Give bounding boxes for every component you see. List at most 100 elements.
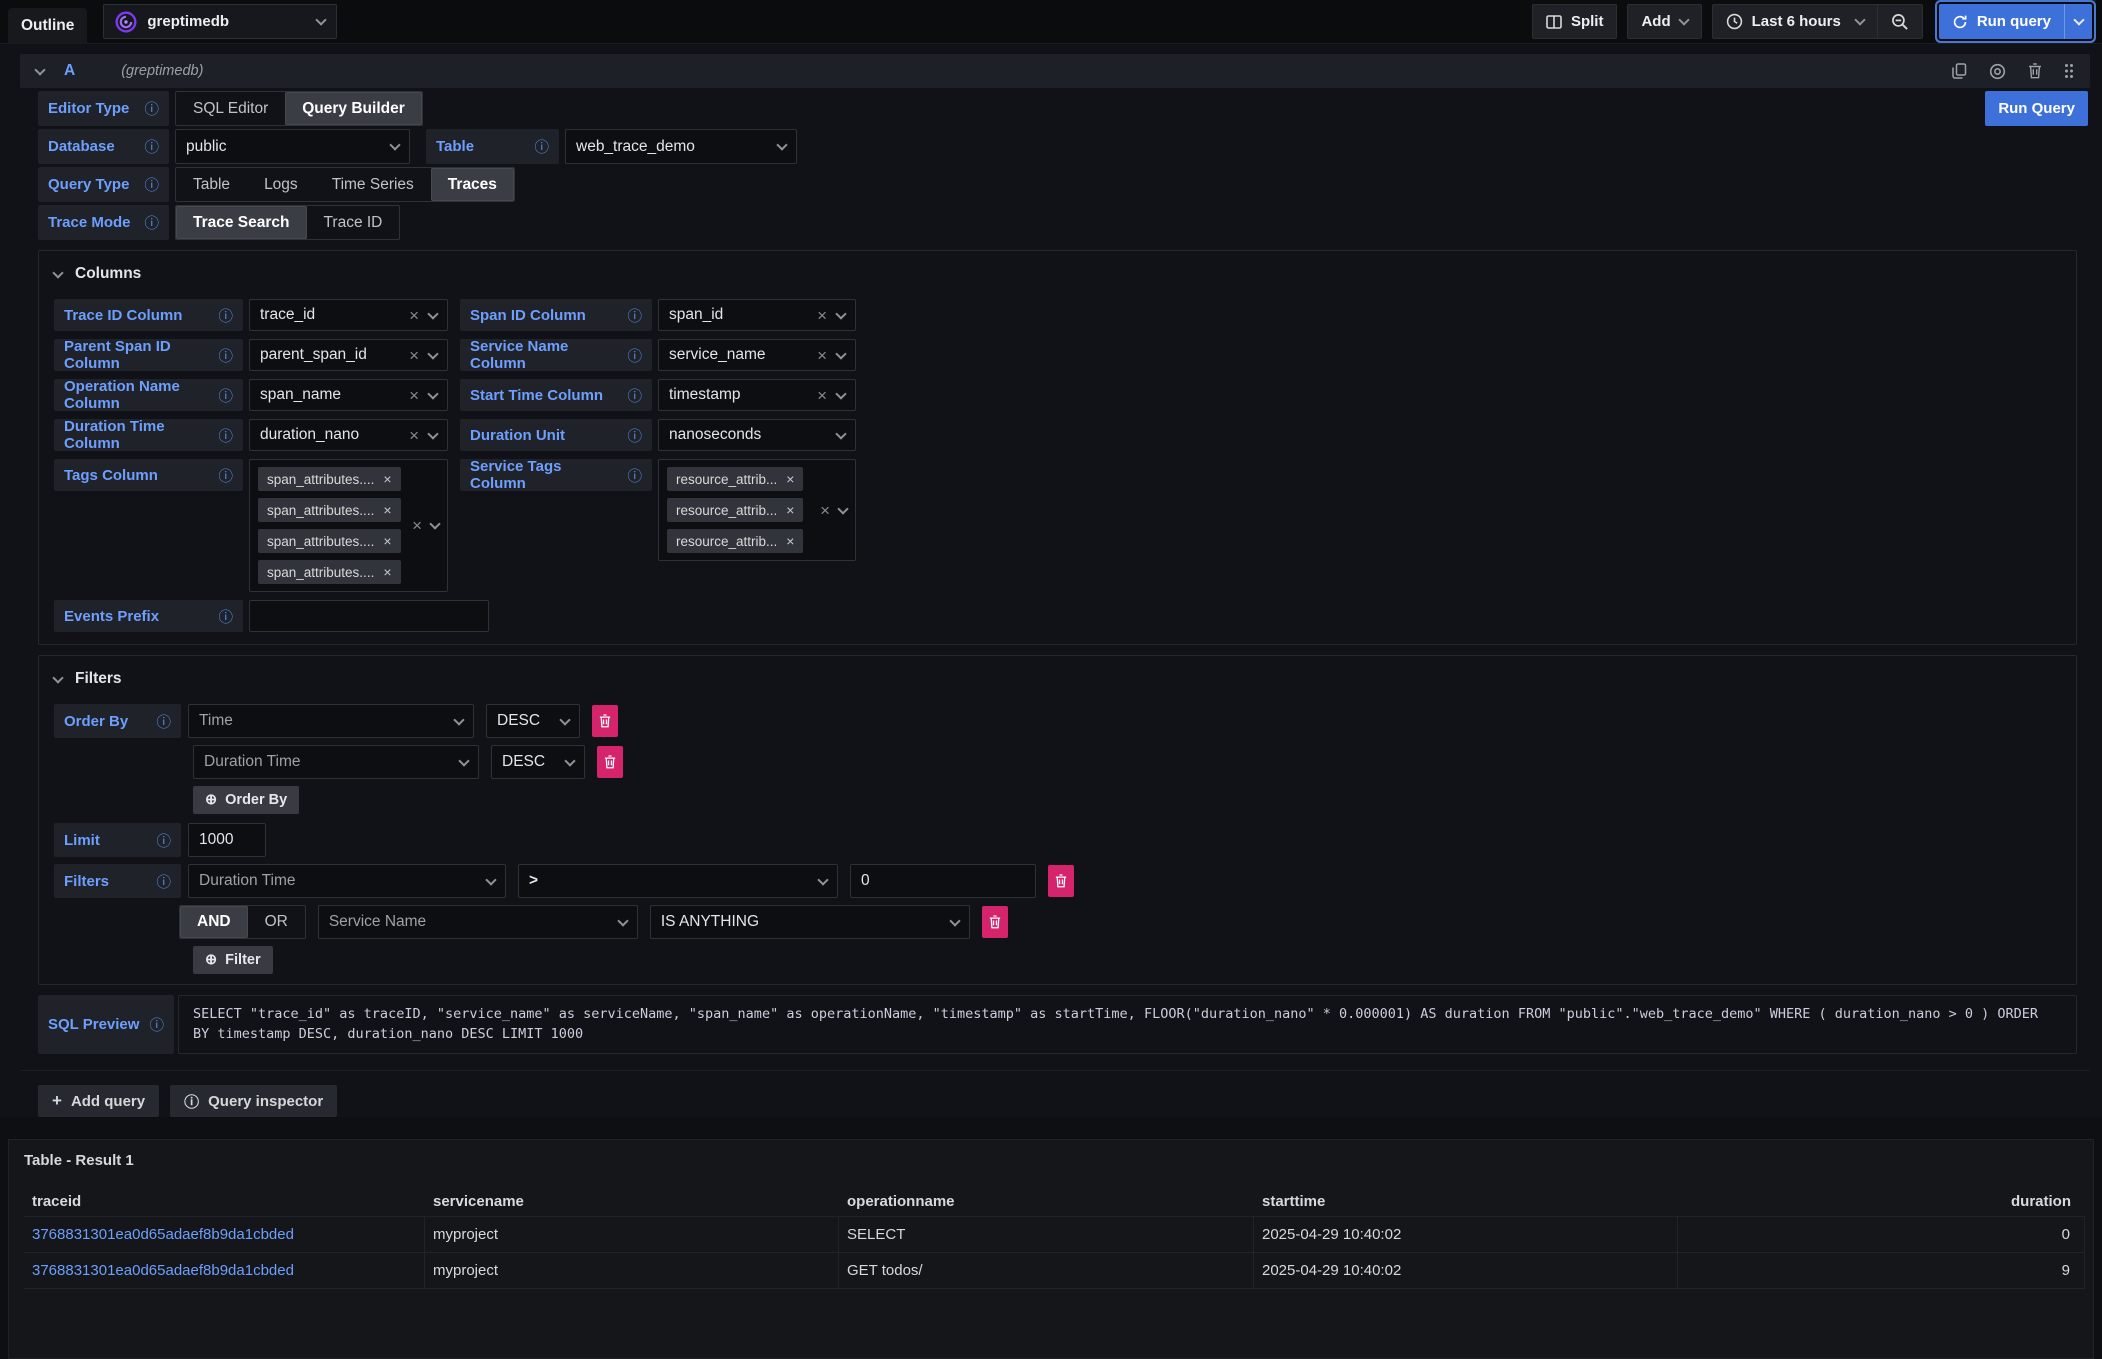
tags-column-multiselect[interactable]: span_attributes....× span_attributes....… [249, 459, 448, 592]
remove-order-by-button[interactable] [592, 705, 618, 737]
run-query-toolbar-button[interactable]: Run query [1939, 4, 2064, 39]
remove-tag-icon[interactable]: × [383, 564, 391, 580]
clear-icon[interactable]: × [409, 427, 419, 444]
clear-icon[interactable]: × [820, 502, 830, 519]
trace-id-column-select[interactable]: trace_id × [249, 299, 448, 331]
tag-pill: span_attributes....× [258, 560, 401, 584]
filters-section-header[interactable]: Filters [54, 664, 2061, 694]
editor-type-query-builder[interactable]: Query Builder [285, 92, 422, 125]
column-header-duration[interactable]: duration [1678, 1186, 2085, 1216]
clear-icon[interactable]: × [409, 387, 419, 404]
filter-field-select[interactable]: Duration Time [188, 864, 506, 898]
filter-operator-select[interactable]: IS ANYTHING [650, 905, 970, 939]
order-by-direction-select[interactable]: DESC [486, 704, 580, 738]
remove-tag-icon[interactable]: × [786, 502, 794, 518]
service-name-column-select[interactable]: service_name × [658, 339, 856, 371]
remove-filter-button[interactable] [1048, 865, 1074, 897]
column-header-traceid[interactable]: traceid [24, 1186, 425, 1216]
chevron-down-icon [1678, 14, 1689, 25]
clear-icon[interactable]: × [817, 347, 827, 364]
order-by-direction-select[interactable]: DESC [491, 745, 585, 779]
outline-toggle[interactable]: Outline [8, 8, 87, 44]
column-header-starttime[interactable]: starttime [1254, 1186, 1678, 1216]
query-inspector-button[interactable]: ⓘ Query inspector [170, 1085, 337, 1117]
limit-input[interactable] [188, 823, 266, 857]
remove-query-icon[interactable] [2028, 63, 2042, 79]
add-button[interactable]: Add [1627, 4, 1701, 39]
column-header-servicename[interactable]: servicename [425, 1186, 839, 1216]
filter-value-input[interactable] [850, 864, 1036, 898]
remove-tag-icon[interactable]: × [383, 471, 391, 487]
remove-filter-button[interactable] [982, 906, 1008, 938]
remove-tag-icon[interactable]: × [383, 502, 391, 518]
time-range-button[interactable]: Last 6 hours [1713, 5, 1877, 38]
query-type-time-series[interactable]: Time Series [315, 168, 431, 201]
database-select[interactable]: public [175, 129, 410, 164]
info-icon: ⓘ [145, 98, 160, 119]
filters-section-title: Filters [75, 670, 122, 688]
starttime-cell: 2025-04-29 10:40:02 [1254, 1253, 1678, 1289]
column-header-operationname[interactable]: operationname [839, 1186, 1254, 1216]
remove-tag-icon[interactable]: × [786, 533, 794, 549]
order-by-field-select[interactable]: Duration Time [193, 745, 479, 779]
start-time-column-select[interactable]: timestamp × [658, 379, 856, 411]
clear-icon[interactable]: × [409, 307, 419, 324]
zoom-out-time-button[interactable] [1877, 5, 1922, 38]
duplicate-query-icon[interactable] [1952, 63, 1967, 79]
query-type-table[interactable]: Table [176, 168, 247, 201]
trace-id-link[interactable]: 3768831301ea0d65adaef8b9da1cbded [24, 1253, 425, 1289]
remove-order-by-button[interactable] [597, 746, 623, 778]
add-order-by-button[interactable]: ⊕ Order By [193, 786, 299, 814]
conjunction-and[interactable]: AND [180, 906, 248, 938]
table-label: Tableⓘ [426, 129, 559, 164]
collapse-query-icon[interactable] [34, 64, 45, 75]
duration-unit-select[interactable]: nanoseconds [658, 419, 856, 451]
sync-icon [1952, 14, 1968, 30]
remove-tag-icon[interactable]: × [786, 471, 794, 487]
run-query-button[interactable]: Run Query [1985, 91, 2088, 126]
span-id-column-select[interactable]: span_id × [658, 299, 856, 331]
clear-icon[interactable]: × [817, 387, 827, 404]
tag-pill: span_attributes....× [258, 467, 401, 491]
service-tag-pill: resource_attrib...× [667, 498, 803, 522]
query-datasource-hint: (greptimedb) [121, 63, 203, 79]
duration-row: Duration Time Columnⓘ duration_nano × Du… [54, 419, 2061, 451]
trace-id-link[interactable]: 3768831301ea0d65adaef8b9da1cbded [24, 1217, 425, 1253]
conjunction-or[interactable]: OR [248, 906, 305, 938]
add-filter-button[interactable]: ⊕ Filter [193, 946, 273, 974]
drag-handle-icon[interactable] [2064, 63, 2074, 79]
trace-mode-toggle: Trace Search Trace ID [175, 205, 400, 240]
table-select[interactable]: web_trace_demo [565, 129, 797, 164]
clear-icon[interactable]: × [409, 347, 419, 364]
duration-time-column-select[interactable]: duration_nano × [249, 419, 448, 451]
trace-mode-trace-search[interactable]: Trace Search [176, 206, 307, 239]
filter-operator-select[interactable]: > [518, 864, 838, 898]
query-type-traces[interactable]: Traces [431, 168, 514, 201]
parent-span-id-column-label: Parent Span ID Columnⓘ [54, 339, 243, 371]
query-row-header: A (greptimedb) [20, 54, 2090, 88]
clear-icon[interactable]: × [412, 517, 422, 534]
service-tags-column-label: Service Tags Columnⓘ [460, 459, 652, 491]
editor-type-sql-editor[interactable]: SQL Editor [176, 92, 285, 125]
hide-query-icon[interactable] [1989, 63, 2006, 80]
trace-mode-trace-id[interactable]: Trace ID [307, 206, 400, 239]
datasource-picker[interactable]: greptimedb [103, 4, 337, 39]
tag-pill: span_attributes....× [258, 498, 401, 522]
events-prefix-input[interactable] [249, 600, 489, 632]
query-type-logs[interactable]: Logs [247, 168, 315, 201]
split-icon [1546, 15, 1562, 29]
parent-span-id-column-select[interactable]: parent_span_id × [249, 339, 448, 371]
operation-name-column-select[interactable]: span_name × [249, 379, 448, 411]
clear-icon[interactable]: × [817, 307, 827, 324]
add-query-button[interactable]: + Add query [38, 1085, 159, 1117]
remove-tag-icon[interactable]: × [383, 533, 391, 549]
run-query-options-caret[interactable] [2064, 4, 2092, 39]
columns-section-header[interactable]: Columns [54, 259, 2061, 289]
split-button[interactable]: Split [1532, 4, 1618, 39]
service-tags-column-multiselect[interactable]: resource_attrib...× resource_attrib...× … [658, 459, 856, 561]
duration-time-column-label: Duration Time Columnⓘ [54, 419, 243, 451]
order-by-field-select[interactable]: Time [188, 704, 474, 738]
servicename-cell: myproject [425, 1217, 839, 1253]
editor-type-row: Editor Typeⓘ SQL Editor Query Builder Ru… [38, 91, 2090, 126]
filter-field-select[interactable]: Service Name [318, 905, 638, 939]
